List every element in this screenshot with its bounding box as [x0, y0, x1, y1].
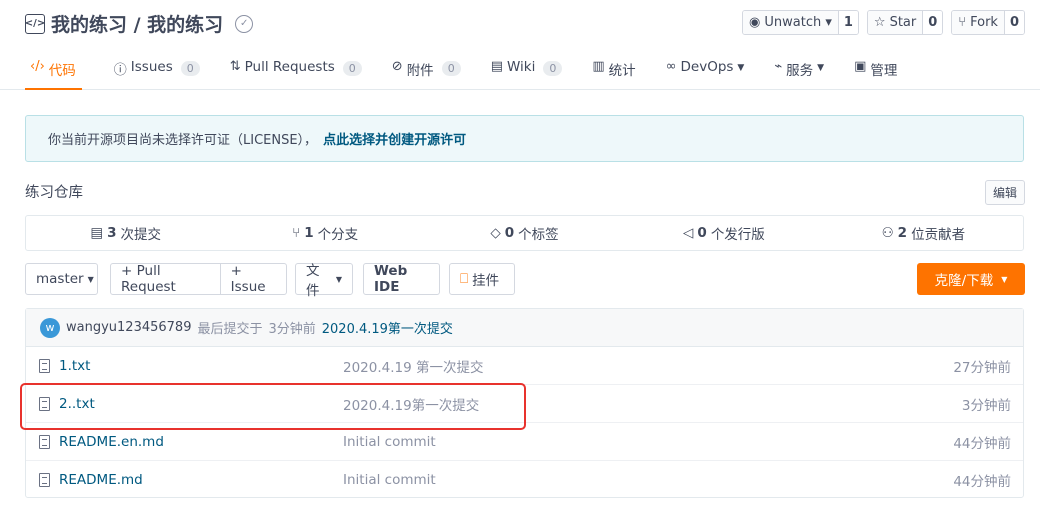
file-time: 44分钟前 — [953, 435, 1011, 452]
file-commit-message[interactable]: 2020.4.19 第一次提交 — [343, 356, 484, 376]
file-row[interactable]: 1.txt 2020.4.19 第一次提交 27分钟前 — [26, 347, 1023, 385]
repo-stats: ▤ 3 次提交 ⑂ 1 个分支 ◇ 0 个标签 ◁ 0 个发行版 ⚇ 2 位贡献… — [25, 215, 1024, 251]
release-icon: ◁ — [683, 225, 694, 241]
service-icon: ⌁ — [774, 59, 783, 74]
attachments-count: 0 — [441, 61, 461, 76]
branch-icon: ⑂ — [292, 225, 301, 241]
tab-issues[interactable]: ⓘ Issues 0 — [114, 55, 200, 90]
issue-icon: ⓘ — [113, 63, 127, 78]
license-create-link[interactable]: 点此选择并创建开源许可 — [323, 129, 466, 148]
file-menu-button[interactable]: 文件 ▼ — [295, 263, 353, 299]
pull-requests-count: 0 — [342, 61, 362, 76]
stat-branches[interactable]: ⑂ 1 个分支 — [225, 216, 424, 250]
chevron-down-icon: ▼ — [737, 63, 745, 73]
file-commit-message[interactable]: 2020.4.19第一次提交 — [343, 394, 479, 414]
file-time: 44分钟前 — [953, 474, 1011, 490]
stat-tags[interactable]: ◇ 0 个标签 — [425, 216, 624, 250]
star-count[interactable]: 0 — [922, 11, 943, 34]
repo-header: </> 我的练习 / 我的练习 ✓ ◉ Unwatch ▾ 1 ☆ Star 0 ⑂… — [0, 0, 1040, 90]
manage-icon: ▣ — [854, 59, 867, 74]
edit-description-button[interactable]: 编辑 — [984, 180, 1025, 205]
commit-prefix: 最后提交于 — [197, 322, 263, 337]
file-name[interactable]: README.md — [59, 472, 143, 488]
file-name[interactable]: 1.txt — [59, 358, 90, 374]
tab-devops[interactable]: ∞ DevOps ▼ — [666, 55, 745, 90]
stats-icon: ▥ — [592, 59, 605, 74]
repo-toolbar: master ▼ + Pull Request + Issue 文件 ▼ Web I… — [25, 263, 1025, 299]
star-icon: ☆ — [873, 15, 886, 30]
file-row[interactable]: README.md Initial commit 44分钟前 — [26, 461, 1023, 499]
tab-stats[interactable]: ▥ 统计 — [592, 55, 635, 90]
last-commit-bar: w wangyu123456789 最后提交于 3分钟前 2020.4.19第一… — [26, 309, 1023, 347]
license-text: 你当前开源项目尚未选择许可证（LICENSE）， — [48, 133, 318, 148]
tab-wiki[interactable]: ▤ Wiki 0 — [491, 55, 563, 90]
repo-code-icon: </> — [25, 13, 45, 34]
fork-icon: ⑂ — [958, 15, 967, 30]
new-issue-button[interactable]: + Issue — [219, 263, 286, 295]
file-commit-message[interactable]: Initial commit — [343, 434, 436, 450]
file-icon — [39, 397, 50, 411]
new-pull-request-button[interactable]: + Pull Request — [111, 263, 220, 295]
pr-issue-group: + Pull Request + Issue — [110, 263, 287, 295]
file-icon — [39, 473, 50, 487]
repo-description: 练习仓库 — [25, 185, 83, 201]
license-notice: 你当前开源项目尚未选择许可证（LICENSE）， 点此选择并创建开源许可 — [25, 115, 1024, 162]
bookmark-icon: ⎕ — [460, 271, 469, 287]
chevron-down-icon: ▼ — [87, 274, 94, 284]
star-button[interactable]: ☆ Star 0 — [866, 10, 944, 35]
commit-message[interactable]: 2020.4.19第一次提交 — [322, 318, 453, 337]
tab-pull-requests[interactable]: ⇅ Pull Requests 0 — [230, 55, 362, 90]
stat-contributors[interactable]: ⚇ 2 位贡献者 — [824, 216, 1023, 250]
web-ide-button[interactable]: Web IDE — [363, 263, 440, 295]
repo-actions: ◉ Unwatch ▾ 1 ☆ Star 0 ⑂ Fork 0 — [742, 10, 1025, 35]
pull-request-icon: ⇅ — [229, 59, 241, 74]
attachment-icon: ⊘ — [391, 59, 403, 74]
file-time: 3分钟前 — [961, 397, 1011, 414]
file-row[interactable]: README.en.md Initial commit 44分钟前 — [26, 423, 1023, 461]
chevron-down-icon: ▼ — [817, 63, 825, 73]
issues-count: 0 — [180, 61, 200, 76]
branch-select[interactable]: master ▼ — [25, 263, 98, 295]
file-name[interactable]: README.en.md — [59, 434, 164, 450]
chevron-down-icon: ▼ — [335, 274, 342, 284]
tab-attachments[interactable]: ⊘ 附件 0 — [392, 55, 461, 90]
file-commit-message[interactable]: Initial commit — [343, 472, 436, 488]
chevron-down-icon: ▼ — [1001, 274, 1008, 284]
tab-manage[interactable]: ▣ 管理 — [854, 55, 897, 90]
file-list: w wangyu123456789 最后提交于 3分钟前 2020.4.19第一… — [25, 308, 1024, 498]
tab-services[interactable]: ⌁ 服务 ▼ — [774, 55, 824, 90]
stat-commits[interactable]: ▤ 3 次提交 — [26, 216, 225, 250]
file-row[interactable]: 2..txt 2020.4.19第一次提交 3分钟前 — [26, 385, 1023, 423]
fork-count[interactable]: 0 — [1003, 11, 1024, 34]
tag-icon: ◇ — [490, 225, 501, 241]
eye-icon: ◉ — [749, 15, 761, 30]
commit-time: 3分钟前 — [268, 322, 316, 337]
file-icon — [39, 359, 50, 373]
repo-title-bar: </> 我的练习 / 我的练习 ✓ — [25, 10, 254, 37]
repo-title[interactable]: 我的练习 / 我的练习 — [51, 10, 223, 37]
attach-widget-button[interactable]: ⎕ 挂件 — [449, 263, 515, 295]
wiki-icon: ▤ — [490, 59, 503, 74]
recommend-badge-icon[interactable]: ✓ — [235, 14, 254, 33]
watch-count[interactable]: 1 — [837, 11, 858, 34]
fork-button[interactable]: ⑂ Fork 0 — [951, 10, 1025, 35]
commit-icon: ▤ — [90, 225, 104, 241]
repo-tabs: ‹/› 代码 ⓘ Issues 0 ⇅ Pull Requests 0 ⊘ 附件… — [25, 55, 927, 90]
avatar[interactable]: w — [40, 317, 60, 338]
tab-code[interactable]: ‹/› 代码 — [25, 55, 82, 90]
devops-icon: ∞ — [665, 59, 677, 74]
clone-download-button[interactable]: 克隆/下载 ▼ — [917, 263, 1025, 295]
file-name[interactable]: 2..txt — [59, 396, 95, 412]
contributors-icon: ⚇ — [881, 225, 894, 241]
unwatch-button[interactable]: ◉ Unwatch ▾ 1 — [742, 10, 859, 35]
stat-releases[interactable]: ◁ 0 个发行版 — [624, 216, 823, 250]
file-icon — [39, 435, 50, 449]
commit-author[interactable]: wangyu123456789 — [66, 320, 191, 335]
wiki-count: 0 — [543, 61, 563, 76]
code-icon: ‹/› — [30, 59, 45, 74]
file-time: 27分钟前 — [953, 359, 1011, 376]
